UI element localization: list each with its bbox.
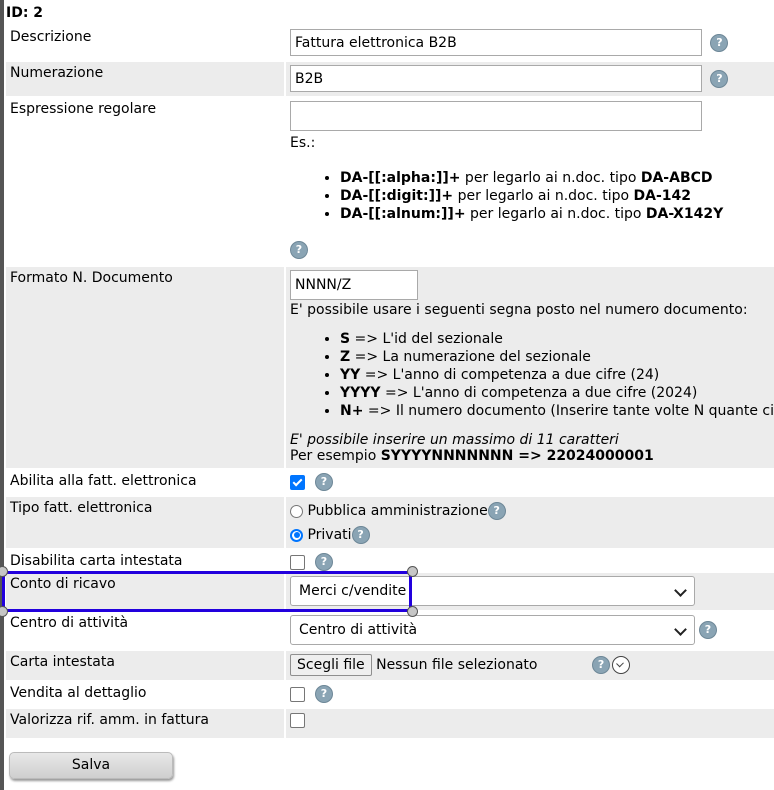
row-centro: Centro di attività Centro di attività? [6, 612, 774, 649]
help-icon[interactable]: ? [351, 526, 370, 544]
help-icon[interactable]: ? [710, 33, 729, 52]
label-valorizza: Valorizza rif. amm. in fattura [6, 709, 284, 738]
save-button[interactable]: Salva [9, 752, 173, 779]
help-icon[interactable]: ? [487, 502, 506, 520]
placeholder-key: Z [340, 349, 351, 365]
regex-text: per legarlo ai n.doc. tipo [453, 188, 634, 204]
formato-example: Per esempio SYYYYNNNNNNN => 22024000001 [290, 448, 774, 464]
placeholder-list: S => L'id del sezionale Z => La numerazi… [290, 330, 774, 420]
label-tipo: Tipo fatt. elettronica [6, 497, 284, 548]
example-prefix: Per esempio [290, 448, 381, 464]
row-numerazione: Numerazione ? [6, 62, 774, 96]
row-disabilita: Disabilita carta intestata ? [6, 550, 774, 571]
regex-text: per legarlo ai n.doc. tipo [465, 206, 646, 222]
row-valorizza: Valorizza rif. amm. in fattura [6, 709, 774, 738]
radio-label-privati: Privati [307, 527, 352, 543]
selection-highlight [2, 571, 412, 612]
chevron-down-icon [674, 623, 687, 636]
placeholder-desc: => Il numero documento (Inserire tante v… [363, 403, 774, 419]
label-formato: Formato N. Documento [6, 267, 284, 468]
placeholder-item: YYYY => L'anno di competenza a due cifre… [340, 384, 774, 402]
label-abilita: Abilita alla fatt. elettronica [10, 473, 197, 489]
placeholder-item: N+ => Il numero documento (Inserire tant… [340, 402, 774, 420]
chevron-down-icon [674, 584, 687, 597]
abilita-checkbox[interactable] [290, 474, 305, 490]
resize-handle[interactable] [407, 566, 418, 577]
placeholder-item: Z => La numerazione del sezionale [340, 348, 774, 366]
radio-privati[interactable] [290, 528, 303, 542]
help-icon[interactable]: ? [710, 69, 729, 88]
label-vendita: Vendita al dettaglio [10, 685, 147, 701]
label-carta: Carta intestata [6, 651, 284, 680]
regex-example-item: DA-[[:alnum:]]+ per legarlo ai n.doc. ti… [340, 205, 774, 223]
regex-result: DA-X142Y [645, 206, 724, 222]
label-centro: Centro di attività [10, 615, 129, 631]
help-icon[interactable]: ? [315, 553, 333, 571]
formato-input[interactable] [290, 270, 418, 300]
placeholder-key: YY [340, 367, 361, 383]
valorizza-checkbox[interactable] [290, 712, 305, 728]
placeholder-desc: => L'anno di competenza a due cifre (24) [360, 367, 660, 383]
formato-intro: E' possibile usare i seguenti segna post… [290, 302, 748, 318]
help-icon[interactable]: ? [699, 621, 717, 639]
example-value: SYYYYNNNNNNN => 22024000001 [380, 448, 654, 464]
placeholder-key: N+ [340, 403, 364, 419]
radio-pubblica[interactable] [290, 504, 303, 518]
form-table: Descrizione ? Numerazione ? Espressione … [4, 24, 774, 740]
regex-code: DA-[[:digit:]]+ [340, 188, 454, 204]
placeholder-key: S [340, 331, 351, 347]
espressione-input[interactable] [290, 101, 702, 131]
clock-icon[interactable] [612, 656, 631, 674]
row-formato: Formato N. Documento E' possibile usare … [6, 267, 774, 468]
regex-result: DA-142 [633, 188, 691, 204]
placeholder-item: YY => L'anno di competenza a due cifre (… [340, 366, 774, 384]
row-descrizione: Descrizione ? [6, 26, 774, 60]
regex-example-item: DA-[[:alpha:]]+ per legarlo ai n.doc. ti… [340, 169, 774, 187]
row-espressione: Espressione regolare Es.: DA-[[:alpha:]]… [6, 98, 774, 265]
row-abilita: Abilita alla fatt. elettronica ? [6, 470, 774, 495]
regex-text: per legarlo ai n.doc. tipo [460, 170, 641, 186]
placeholder-item: S => L'id del sezionale [340, 330, 774, 348]
numerazione-input[interactable] [290, 65, 702, 92]
placeholder-desc: => La numerazione del sezionale [350, 349, 591, 365]
centro-select[interactable]: Centro di attività [290, 615, 695, 645]
help-icon[interactable]: ? [592, 656, 611, 674]
placeholder-desc: => L'anno di competenza a due cifre (202… [380, 385, 698, 401]
placeholder-key: YYYY [340, 385, 381, 401]
label-espressione: Espressione regolare [10, 101, 157, 117]
formato-note: E' possibile inserire un massimo di 11 c… [290, 432, 619, 448]
help-icon[interactable]: ? [315, 685, 333, 703]
regex-code: DA-[[:alnum:]]+ [340, 206, 466, 222]
regex-examples: DA-[[:alpha:]]+ per legarlo ai n.doc. ti… [290, 169, 774, 223]
radio-label-pubblica: Pubblica amministrazione [307, 503, 488, 519]
examples-label: Es.: [290, 135, 316, 151]
resize-handle[interactable] [407, 606, 418, 617]
label-numerazione: Numerazione [6, 62, 284, 96]
row-tipo: Tipo fatt. elettronica Pubblica amminist… [6, 497, 774, 548]
regex-result: DA-ABCD [640, 170, 713, 186]
file-status: Nessun file selezionato [376, 657, 538, 673]
centro-selected: Centro di attività [299, 622, 418, 638]
label-descrizione: Descrizione [10, 29, 92, 45]
disabilita-checkbox[interactable] [290, 554, 305, 570]
row-carta: Carta intestata Scegli file Nessun file … [6, 651, 774, 680]
help-icon[interactable]: ? [290, 241, 308, 259]
placeholder-desc: => L'id del sezionale [350, 331, 503, 347]
descrizione-input[interactable] [290, 29, 702, 56]
vendita-checkbox[interactable] [290, 686, 305, 702]
choose-file-button[interactable]: Scegli file [290, 654, 372, 676]
regex-code: DA-[[:alpha:]]+ [340, 170, 461, 186]
row-vendita: Vendita al dettaglio ? [6, 682, 774, 707]
regex-example-item: DA-[[:digit:]]+ per legarlo ai n.doc. ti… [340, 187, 774, 205]
label-disabilita: Disabilita carta intestata [10, 553, 183, 569]
help-icon[interactable]: ? [315, 473, 333, 491]
record-id: ID: 2 [6, 5, 44, 21]
